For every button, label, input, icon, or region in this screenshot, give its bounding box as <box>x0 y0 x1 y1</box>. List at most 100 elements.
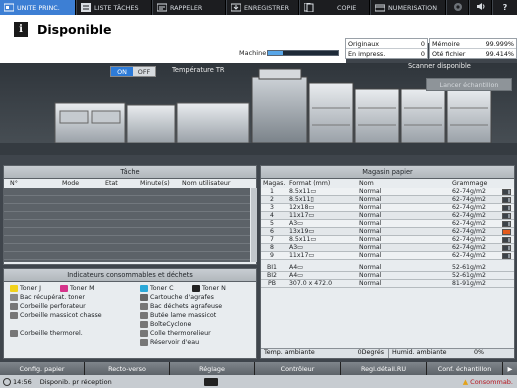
tray-id: 8 <box>270 244 274 251</box>
tab-unite-princ[interactable]: UNITE PRINC. <box>0 0 76 15</box>
tray-weight: 62-74g/m2 <box>452 252 486 259</box>
tray-name: Normal <box>359 236 382 243</box>
status-message: Disponib. pr réception <box>39 377 112 386</box>
tab-copie[interactable]: COPIE <box>300 0 370 15</box>
tab-rappeler[interactable]: RAPPELER <box>153 0 226 15</box>
paper-tray-panel: Magasin papier Magas. Format (mm) Nom Gr… <box>260 165 515 359</box>
info-icon: i <box>14 22 28 37</box>
job-list[interactable] <box>4 188 250 262</box>
machine-progress <box>267 50 339 56</box>
humidity-label: Humid. ambiante <box>388 349 474 358</box>
tray-name: Normal <box>359 264 382 271</box>
counter-value: 99.414% <box>485 50 514 58</box>
col-mode: Mode <box>62 180 80 187</box>
consumables-title: Indicateurs consommables et déchets <box>4 269 256 282</box>
help-icon: ? <box>502 3 508 12</box>
next-page-button[interactable]: ▶ <box>503 362 517 375</box>
paper-tray-title: Magasin papier <box>261 166 514 179</box>
tray-row[interactable]: PB 307.0 x 472.0 Normal 81-91g/m2 <box>261 280 514 288</box>
warning-icon: ▲ <box>462 377 469 386</box>
paper-level-icon <box>502 188 511 195</box>
paper-config-button[interactable]: Config. papier <box>0 362 85 375</box>
bypass-tray-list: BI1 A4▭ Normal 52-61g/m2 BI2 A4▭ Normal 52-61g/… <box>261 264 514 288</box>
tray-row[interactable]: 4 11x17▭ Normal 62-74g/m2 <box>261 212 514 220</box>
consumable-label: Cartouche d'agrafes <box>150 294 214 301</box>
consumables-status[interactable]: Consommab. <box>470 378 513 386</box>
settings-button[interactable] <box>447 0 469 15</box>
consumable-label: Toner J <box>20 285 41 292</box>
save-icon <box>230 3 241 12</box>
tab-numerisation[interactable]: NUMERISATION <box>371 0 446 15</box>
binder-bin-icon <box>10 330 18 337</box>
help-button[interactable]: ? <box>493 0 517 15</box>
job-columns: N° Mode Etat Minute(s) Nom utilisateur <box>4 179 256 188</box>
tr-label: Température TR <box>172 66 225 74</box>
launch-sample-button[interactable]: Lancer échantillon <box>426 78 512 91</box>
col-minutes: Minute(s) <box>140 180 170 187</box>
counter-value: 0 <box>420 39 425 48</box>
tray-id: BI2 <box>266 272 277 279</box>
tray-row[interactable]: 2 8.5x11▯ Normal 62-74g/m2 <box>261 196 514 204</box>
scan-icon <box>374 3 385 12</box>
toner-y-icon <box>10 285 18 292</box>
tab-label: ENREGISTRER <box>244 3 290 12</box>
tray-name: Normal <box>359 212 382 219</box>
tray-row[interactable]: 6 13x19▭ Normal 62-74g/m2 <box>261 228 514 236</box>
tray-name: Normal <box>359 220 382 227</box>
volume-icon <box>476 2 486 13</box>
volume-button[interactable] <box>470 0 492 15</box>
paper-level-icon <box>502 204 511 211</box>
consumables-row: Réservoir d'eau <box>8 338 254 347</box>
controller-button[interactable]: Contrôleur <box>255 362 341 375</box>
tray-format: 8.5x11▯ <box>289 196 314 203</box>
tray-row[interactable]: 3 12x18▭ Normal 62-74g/m2 <box>261 204 514 212</box>
tray-weight: 62-74g/m2 <box>452 204 486 211</box>
consumable-label: Toner C <box>150 285 174 292</box>
tray-row[interactable]: 7 8.5x11▭ Normal 62-74g/m2 <box>261 236 514 244</box>
col-etat: Etat <box>105 180 118 187</box>
tray-row[interactable]: BI2 A4▭ Normal 52-61g/m2 <box>261 272 514 280</box>
tray-weight: 62-74g/m2 <box>452 244 486 251</box>
tray-id: 7 <box>270 236 274 243</box>
tray-name: Normal <box>359 188 382 195</box>
counter-value: 99.999% <box>485 39 514 48</box>
tray-name: Normal <box>359 228 382 235</box>
machine-illustration-area <box>0 63 517 155</box>
tray-list: 1 8.5x11▭ Normal 62-74g/m2 2 8.5x11▯ Normal 62-… <box>261 188 514 260</box>
sample-config-button[interactable]: Conf. échantillon <box>427 362 503 375</box>
keyboard-icon[interactable] <box>203 377 218 386</box>
job-scrollbar[interactable] <box>251 188 257 262</box>
tr-temperature-toggle[interactable]: ON OFF <box>110 66 156 77</box>
tab-enregistrer[interactable]: ENREGISTRER <box>227 0 299 15</box>
tray-weight: 62-74g/m2 <box>452 228 486 235</box>
tab-liste-taches[interactable]: LISTE TÂCHES <box>77 0 152 15</box>
recall-icon <box>156 3 167 12</box>
bottom-toolbar: Config. papier Recto-verso Réglage Contr… <box>0 362 517 375</box>
tr-on-button[interactable]: ON <box>111 67 133 76</box>
consumable-label: Corbeille thermorel. <box>20 330 83 337</box>
tray-row[interactable]: BI1 A4▭ Normal 52-61g/m2 <box>261 264 514 272</box>
consumable-label: Corbeille massicot chasse <box>20 312 102 319</box>
consumables-row: Bac récupérat. toner Cartouche d'agrafes <box>8 293 254 302</box>
tray-row[interactable]: 8 A3▭ Normal 62-74g/m2 <box>261 244 514 252</box>
counters-left: Originaux 0 En impress. 0 <box>345 38 428 59</box>
consumables-row: Corbeille massicot chasse Butée lame mas… <box>8 311 254 320</box>
counters-right: Mémoire 99.999% Oté fichier 99.414% <box>429 38 517 59</box>
counter-label: Originaux <box>348 39 380 48</box>
counter-label: Oté fichier <box>432 50 466 58</box>
tray-columns: Magas. Format (mm) Nom Grammage <box>261 179 514 188</box>
toner-k-icon <box>192 285 200 292</box>
temp-label: Temp. ambiante <box>264 349 315 356</box>
cyclone-box-icon <box>140 321 148 328</box>
duplex-button[interactable]: Recto-verso <box>85 362 170 375</box>
tr-off-button[interactable]: OFF <box>133 67 155 76</box>
tray-id: BI1 <box>266 264 277 271</box>
paper-level-icon <box>502 252 511 259</box>
adjustment-button[interactable]: Réglage <box>170 362 255 375</box>
glue-icon <box>140 330 148 337</box>
tray-row[interactable]: 9 11x17▭ Normal 62-74g/m2 <box>261 252 514 260</box>
tray-row[interactable]: 5 A3▭ Normal 62-74g/m2 <box>261 220 514 228</box>
ru-detail-button[interactable]: Regl.détail.RU <box>341 362 427 375</box>
tray-empty-warning-icon <box>502 228 511 235</box>
tray-row[interactable]: 1 8.5x11▭ Normal 62-74g/m2 <box>261 188 514 196</box>
